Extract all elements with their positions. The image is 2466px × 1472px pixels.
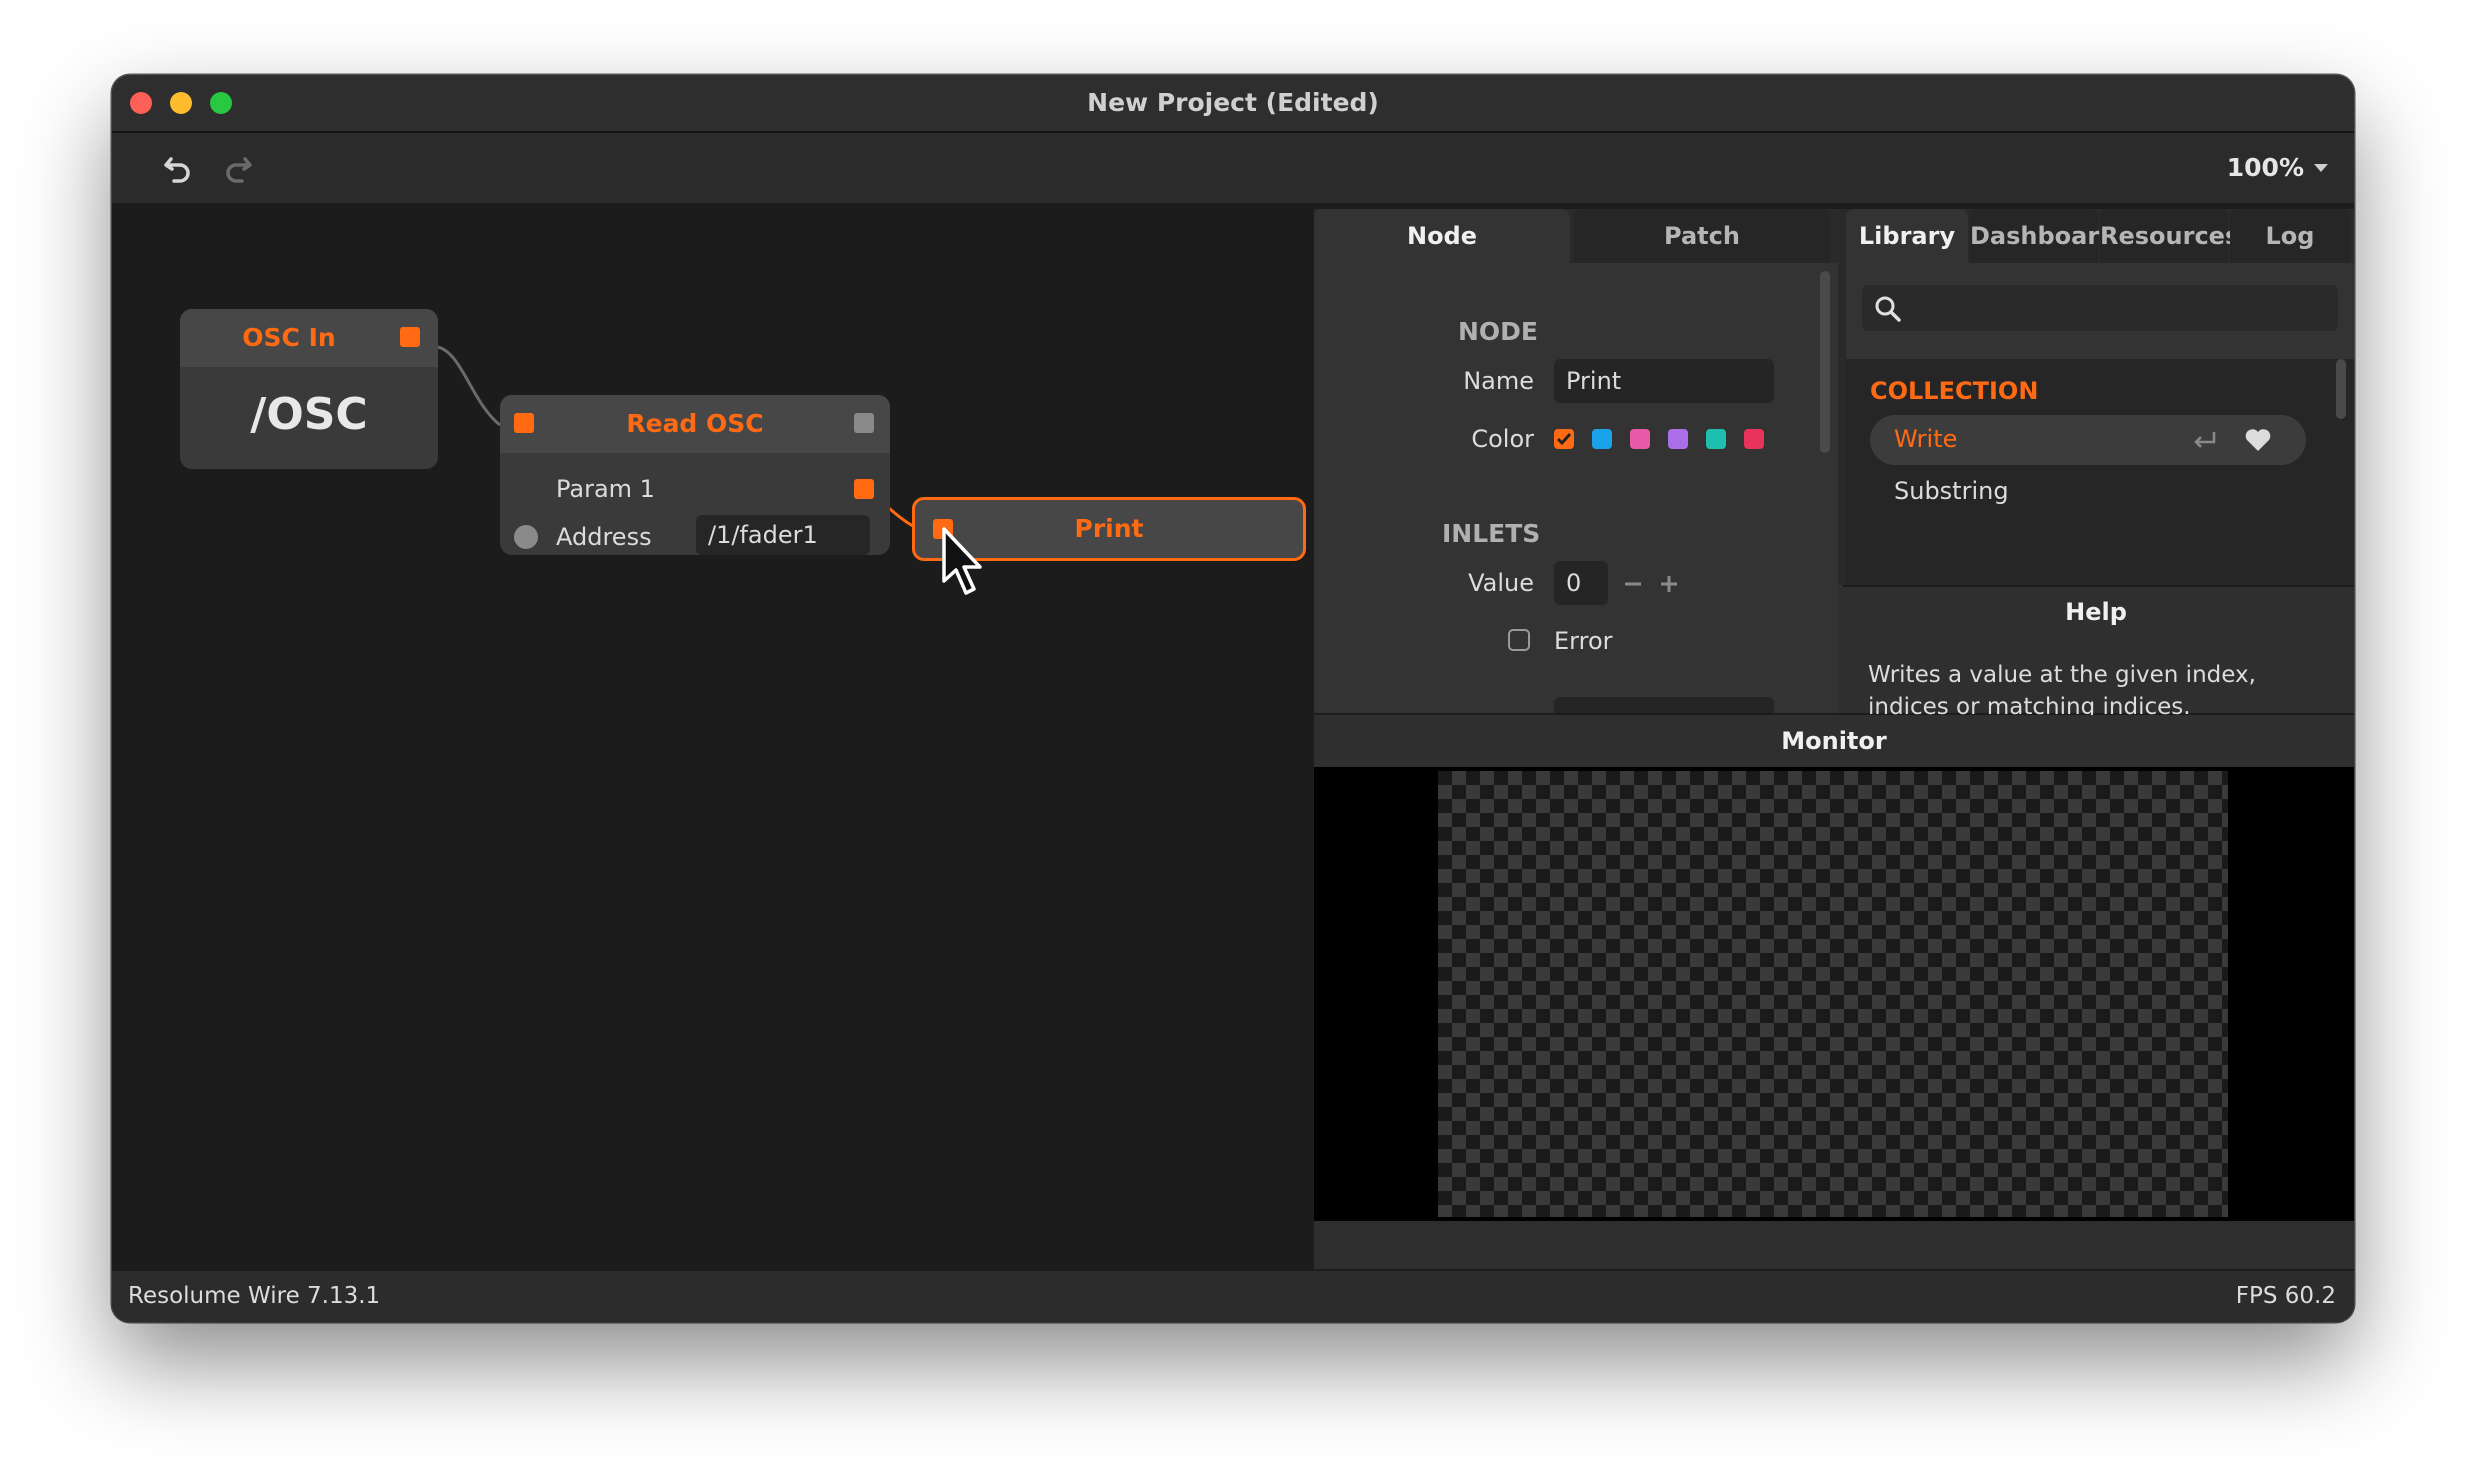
redo-icon[interactable] <box>222 153 254 185</box>
search-icon <box>1875 296 1901 322</box>
check-icon <box>1556 433 1572 446</box>
name-label: Name <box>1463 367 1534 395</box>
inspector-panel: Node Patch NODE Name Print Color INLETS … <box>1314 209 1842 713</box>
collection-header: COLLECTION <box>1870 377 2039 405</box>
param-label: Param 1 <box>556 475 655 503</box>
app-version: Resolume Wire 7.13.1 <box>128 1283 381 1309</box>
library-scrollbar[interactable] <box>2336 359 2346 419</box>
inlets-section-header: INLETS <box>1442 519 1541 548</box>
increment-icon[interactable] <box>1658 573 1680 595</box>
inspector-scrollbar[interactable] <box>1820 271 1830 453</box>
value-label: Value <box>1468 569 1534 597</box>
library-list: COLLECTION Write Substring <box>1846 359 2354 585</box>
help-title: Help <box>2065 598 2127 626</box>
library-search-input[interactable] <box>1910 291 2334 327</box>
color-label: Color <box>1471 425 1534 453</box>
toolbar: 100% <box>112 133 2354 203</box>
error-checkbox[interactable] <box>1508 629 1530 651</box>
decrement-icon[interactable] <box>1622 573 1644 595</box>
library-item-substring[interactable]: Substring <box>1894 477 2009 505</box>
transparency-checkerboard <box>1438 771 2228 1217</box>
library-search-box[interactable] <box>1862 285 2338 331</box>
color-swatch-red[interactable] <box>1744 429 1764 449</box>
address-label: Address <box>556 523 652 551</box>
color-swatch-blue[interactable] <box>1592 429 1612 449</box>
address-inlet-port[interactable] <box>514 525 538 549</box>
library-body: COLLECTION Write Substring <box>1846 263 2354 585</box>
status-bar: Resolume Wire 7.13.1 FPS 60.2 <box>112 1271 2354 1322</box>
library-item-write-label: Write <box>1894 425 1958 453</box>
library-item-write[interactable]: Write <box>1870 415 2306 465</box>
address-input[interactable]: /1/fader1 <box>696 515 870 555</box>
node-section-header: NODE <box>1458 317 1539 346</box>
read-osc-inlet-port[interactable] <box>514 413 534 433</box>
chevron-down-icon[interactable] <box>2314 164 2328 172</box>
fps-readout: FPS 60.2 <box>2235 1283 2336 1309</box>
color-swatch-pink[interactable] <box>1630 429 1650 449</box>
title-bar: New Project (Edited) <box>112 75 2354 133</box>
color-swatches <box>1554 429 1784 451</box>
tab-node[interactable]: Node <box>1314 209 1570 263</box>
read-osc-node[interactable]: Read OSC Param 1 Address /1/fader1 <box>500 395 890 555</box>
osc-in-outlet-port[interactable] <box>400 327 420 347</box>
monitor-panel: Monitor <box>1314 715 2354 1269</box>
osc-in-node[interactable]: OSC In /OSC <box>180 309 438 469</box>
param-outlet-port[interactable] <box>854 479 874 499</box>
wire-osc-to-read <box>437 345 501 427</box>
mouse-cursor-icon <box>942 527 982 595</box>
truncated-field[interactable] <box>1554 697 1774 713</box>
tab-patch[interactable]: Patch <box>1574 209 1830 263</box>
undo-icon[interactable] <box>162 153 194 185</box>
tab-library[interactable]: Library <box>1846 209 1968 263</box>
window-title: New Project (Edited) <box>1087 88 1379 117</box>
help-text: Writes a value at the given index, indic… <box>1868 662 2256 720</box>
osc-in-value: /OSC <box>250 389 368 440</box>
monitor-viewport <box>1314 767 2354 1221</box>
tab-dashboard[interactable]: Dashboard <box>1970 209 2116 263</box>
name-input[interactable]: Print <box>1554 359 1774 403</box>
read-osc-node-title: Read OSC <box>500 395 890 453</box>
read-osc-secondary-port[interactable] <box>854 413 874 433</box>
tab-resources[interactable]: Resources <box>2100 209 2239 263</box>
enter-icon[interactable] <box>2190 429 2220 453</box>
tab-log[interactable]: Log <box>2230 209 2350 263</box>
value-input[interactable]: 0 <box>1554 561 1608 605</box>
zoom-dropdown[interactable]: 100% <box>2227 133 2304 203</box>
inspector-body: NODE Name Print Color INLETS Value 0 Err… <box>1314 263 1842 713</box>
error-label: Error <box>1554 627 1613 655</box>
heart-icon[interactable] <box>2244 427 2272 453</box>
app-window: New Project (Edited) 100% OSC In /OSC Re… <box>112 75 2354 1322</box>
patch-canvas[interactable]: OSC In /OSC Read OSC Param 1 Address /1/… <box>112 203 1312 1269</box>
help-panel: Help Writes a value at the given index, … <box>1838 587 2354 720</box>
library-panel: Library Dashboard Resources Log COLLECTI… <box>1838 209 2354 585</box>
color-swatch-teal[interactable] <box>1706 429 1726 449</box>
monitor-title: Monitor <box>1314 715 2354 767</box>
color-swatch-orange[interactable] <box>1554 429 1574 449</box>
color-swatch-purple[interactable] <box>1668 429 1688 449</box>
